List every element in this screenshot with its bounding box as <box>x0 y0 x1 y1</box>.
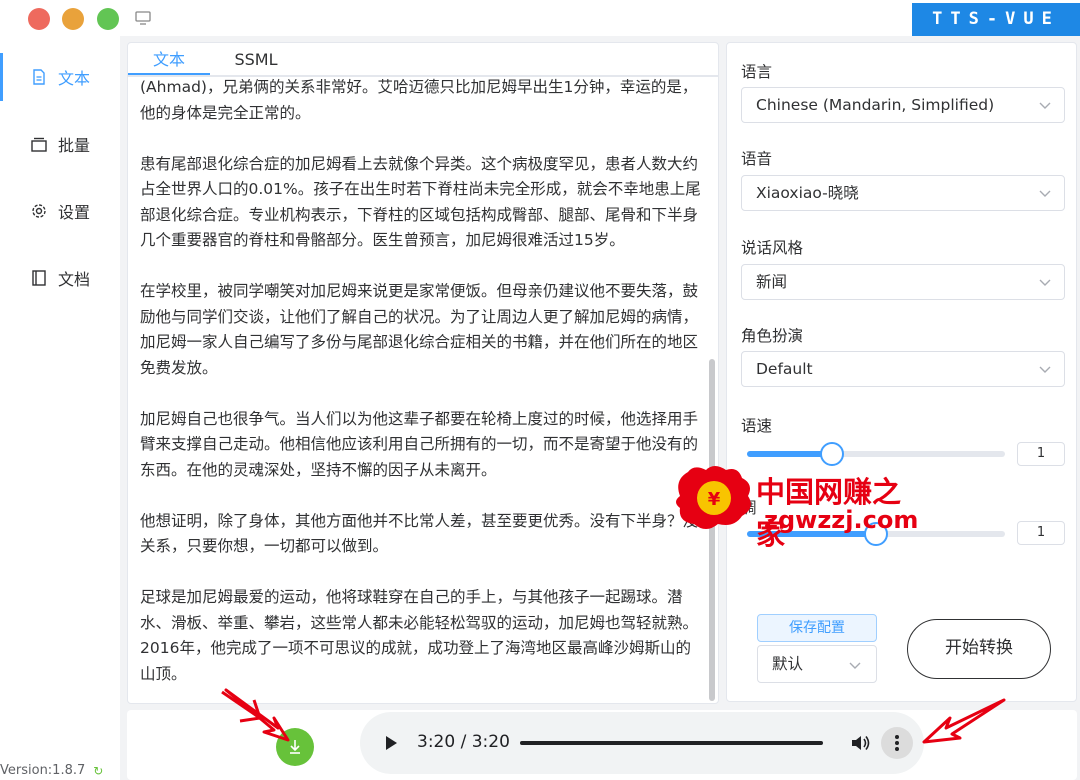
more-dot <box>895 735 899 739</box>
style-label: 说话风格 <box>741 239 804 257</box>
chevron-down-icon <box>849 662 861 669</box>
text-paragraph: 在学校里，被同学嘲笑对加尼姆来说更是家常便饭。但母亲仍建议他不要失落，鼓励他与同… <box>140 282 699 377</box>
watermark: ¥ 中国网赚之家 zgwzzj.com <box>672 462 922 551</box>
watermark-url: zgwzzj.com <box>764 506 919 534</box>
text-paragraph: 患有尾部退化综合症的加尼姆看上去就像个异类。这个病极度罕见，患者人数大约占全世界… <box>140 154 701 250</box>
app-brand: TTS-VUE <box>912 3 1080 36</box>
chevron-down-icon <box>1039 190 1051 197</box>
pitch-input[interactable]: 1 <box>1017 521 1065 545</box>
audio-player: 3:20 / 3:20 <box>360 712 924 774</box>
style-value: 新闻 <box>756 273 788 291</box>
voice-label: 语音 <box>741 150 773 168</box>
text-paragraph: 足球是加尼姆最爱的运动，他将球鞋穿在自己的手上，与其他孩子一起踢球。潜水、滑板、… <box>140 588 699 683</box>
gear-icon <box>32 204 46 218</box>
sidebar-item-label: 文本 <box>58 69 91 88</box>
editor-tabs: 文本 SSML <box>128 43 718 77</box>
language-select[interactable]: Chinese (Mandarin, Simplified) <box>741 87 1065 123</box>
refresh-icon[interactable]: ↻ <box>93 764 103 778</box>
settings-panel: 语言 Chinese (Mandarin, Simplified) 语音 Xia… <box>726 42 1077 702</box>
sidebar-item-label: 文档 <box>58 270 91 289</box>
sidebar-item-docs[interactable]: 文档 <box>0 254 120 302</box>
book-icon <box>32 270 46 286</box>
version-info: Version:1.8.7 ↻ <box>0 763 103 778</box>
text-input-area[interactable]: (Ahmad)，兄弟俩的关系非常好。艾哈迈德只比加尼姆早出生1分钟，幸运的是，他… <box>140 75 705 703</box>
speed-slider[interactable] <box>747 442 1005 466</box>
more-dot <box>895 747 899 751</box>
more-dot <box>895 741 899 745</box>
sidebar: 文本 批量 设置 文档 Version:1.8.7 ↻ <box>0 36 120 780</box>
maximize-window-button[interactable] <box>97 8 119 30</box>
title-bar: TTS-VUE <box>0 0 1080 36</box>
play-icon[interactable] <box>384 734 398 752</box>
sidebar-item-text[interactable]: 文本 <box>0 53 120 101</box>
sidebar-item-label: 设置 <box>58 203 91 222</box>
tab-ssml[interactable]: SSML <box>224 47 288 75</box>
role-label: 角色扮演 <box>741 327 804 345</box>
playback-time: 3:20 / 3:20 <box>417 732 510 752</box>
document-icon <box>33 69 45 85</box>
chevron-down-icon <box>1039 279 1051 286</box>
minimize-window-button[interactable] <box>62 8 84 30</box>
role-value: Default <box>756 360 813 378</box>
role-select[interactable]: Default <box>741 351 1065 387</box>
chevron-down-icon <box>1039 366 1051 373</box>
voice-select[interactable]: Xiaoxiao-晓晓 <box>741 175 1065 211</box>
text-paragraph: 他想证明，除了身体，其他方面他并不比常人差，甚至要更优秀。没有下半身？没关系，只… <box>140 511 699 556</box>
language-value: Chinese (Mandarin, Simplified) <box>756 96 995 114</box>
close-window-button[interactable] <box>28 8 50 30</box>
save-config-button[interactable]: 保存配置 <box>757 614 877 642</box>
chevron-down-icon <box>1039 102 1051 109</box>
preset-value: 默认 <box>772 655 804 673</box>
speed-label: 语速 <box>741 417 773 435</box>
monitor-icon[interactable] <box>135 11 151 25</box>
svg-text:¥: ¥ <box>708 489 721 510</box>
text-paragraph: 加尼姆自己也很争气。当人们以为他这辈子都要在轮椅上度过的时候，他选择用手臂来支撑… <box>140 409 699 479</box>
language-label: 语言 <box>741 63 773 81</box>
sidebar-item-settings[interactable]: 设置 <box>0 187 120 235</box>
watermark-logo-icon: ¥ <box>676 466 751 529</box>
version-label: Version:1.8.7 <box>0 763 86 778</box>
batch-icon <box>31 137 47 152</box>
text-editor-panel: 文本 SSML (Ahmad)，兄弟俩的关系非常好。艾哈迈德只比加尼姆早出生1分… <box>127 42 719 704</box>
preset-select[interactable]: 默认 <box>757 645 877 683</box>
more-options-button[interactable] <box>881 727 913 759</box>
annotation-arrow-icon <box>221 688 290 742</box>
sidebar-item-label: 批量 <box>58 136 91 155</box>
speed-input[interactable]: 1 <box>1017 442 1065 466</box>
start-convert-button[interactable]: 开始转换 <box>907 619 1051 679</box>
annotation-arrow-icon <box>922 698 1006 744</box>
text-paragraph: (Ahmad)，兄弟俩的关系非常好。艾哈迈德只比加尼姆早出生1分钟，幸运的是，他… <box>140 78 698 122</box>
playback-progress[interactable] <box>520 741 823 745</box>
style-select[interactable]: 新闻 <box>741 264 1065 300</box>
volume-icon[interactable] <box>850 733 870 753</box>
tab-text[interactable]: 文本 <box>128 47 210 75</box>
sidebar-item-batch[interactable]: 批量 <box>0 120 120 168</box>
voice-value: Xiaoxiao-晓晓 <box>756 184 859 202</box>
